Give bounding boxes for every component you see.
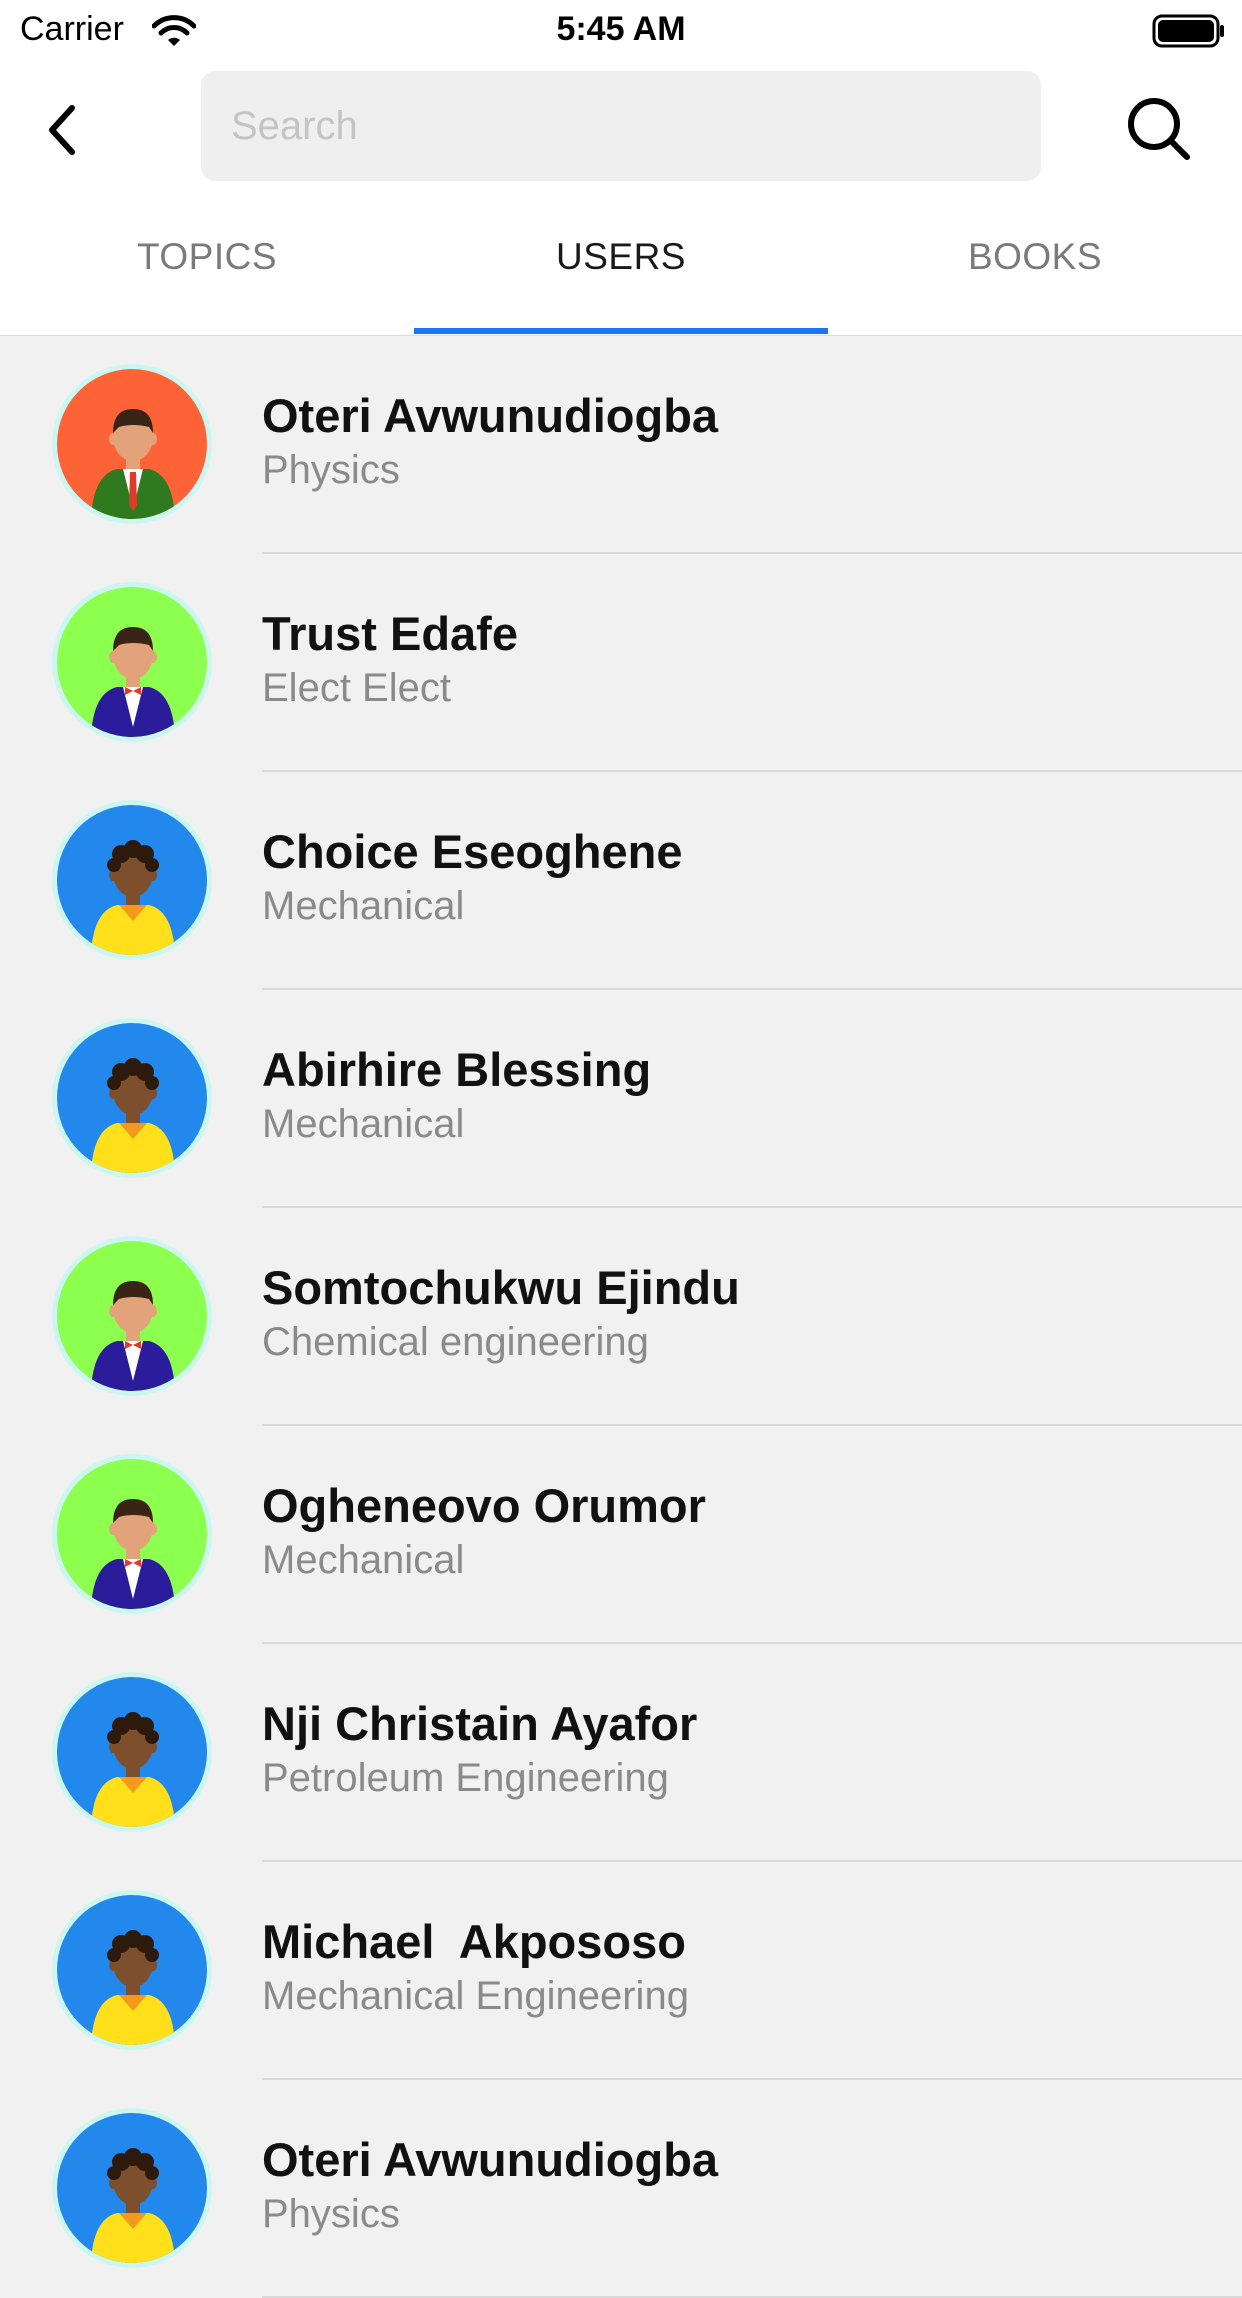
avatar [52,800,212,960]
user-row[interactable]: Trust Edafe Elect Elect [0,554,1242,772]
search-input[interactable] [201,71,1041,181]
tab-topics[interactable]: TOPICS [0,192,414,336]
user-row[interactable]: Ogheneovo Orumor Mechanical [0,1426,1242,1644]
user-name: Ogheneovo Orumor [262,1479,706,1532]
user-name: Nji Christain Ayafor [262,1697,698,1750]
status-bar: Carrier 5:45 AM [0,0,1242,62]
user-department: Physics [262,2192,400,2236]
user-department: Mechanical Engineering [262,1974,689,2018]
user-name: Trust Edafe [262,607,518,660]
user-name: Oteri Avwunudiogba [262,2133,719,2186]
user-list: Oteri Avwunudiogba Physics Trust Edafe E… [0,336,1242,2298]
user-department: Mechanical [262,1538,465,1582]
active-tab-indicator [414,328,828,334]
tab-books[interactable]: BOOKS [828,192,1242,336]
user-row[interactable]: Oteri Avwunudiogba Physics [0,2080,1242,2298]
tab-users[interactable]: USERS [414,192,828,336]
user-department: Chemical engineering [262,1320,649,1364]
user-row[interactable]: Oteri Avwunudiogba Physics [0,336,1242,554]
avatar [52,1454,212,1614]
avatar [52,1018,212,1178]
user-name: Somtochukwu Ejindu [262,1261,740,1314]
avatar [52,1890,212,2050]
user-name: Michael Akpososo [262,1915,686,1968]
user-department: Mechanical [262,1102,465,1146]
user-row[interactable]: Michael Akpososo Mechanical Engineering [0,1862,1242,2080]
avatar [52,2108,212,2268]
navigation-bar [0,62,1242,192]
user-department: Elect Elect [262,666,451,710]
chevron-left-icon [49,105,75,155]
tab-bar: TOPICS USERS BOOKS [0,192,1242,336]
user-name: Oteri Avwunudiogba [262,389,719,442]
search-button[interactable] [1122,92,1196,166]
avatar [52,1236,212,1396]
avatar [52,364,212,524]
user-name: Abirhire Blessing [262,1043,652,1096]
user-department: Petroleum Engineering [262,1756,669,1800]
user-row[interactable]: Choice Eseoghene Mechanical [0,772,1242,990]
battery-icon [1152,14,1226,53]
search-icon [1128,98,1190,160]
avatar [52,582,212,742]
status-time: 5:45 AM [556,10,686,48]
user-row[interactable]: Somtochukwu Ejindu Chemical engineering [0,1208,1242,1426]
user-department: Mechanical [262,884,465,928]
back-button[interactable] [34,97,90,163]
user-department: Physics [262,448,400,492]
user-name: Choice Eseoghene [262,825,683,878]
user-row[interactable]: Nji Christain Ayafor Petroleum Engineeri… [0,1644,1242,1862]
avatar [52,1672,212,1832]
user-row[interactable]: Abirhire Blessing Mechanical [0,990,1242,1208]
